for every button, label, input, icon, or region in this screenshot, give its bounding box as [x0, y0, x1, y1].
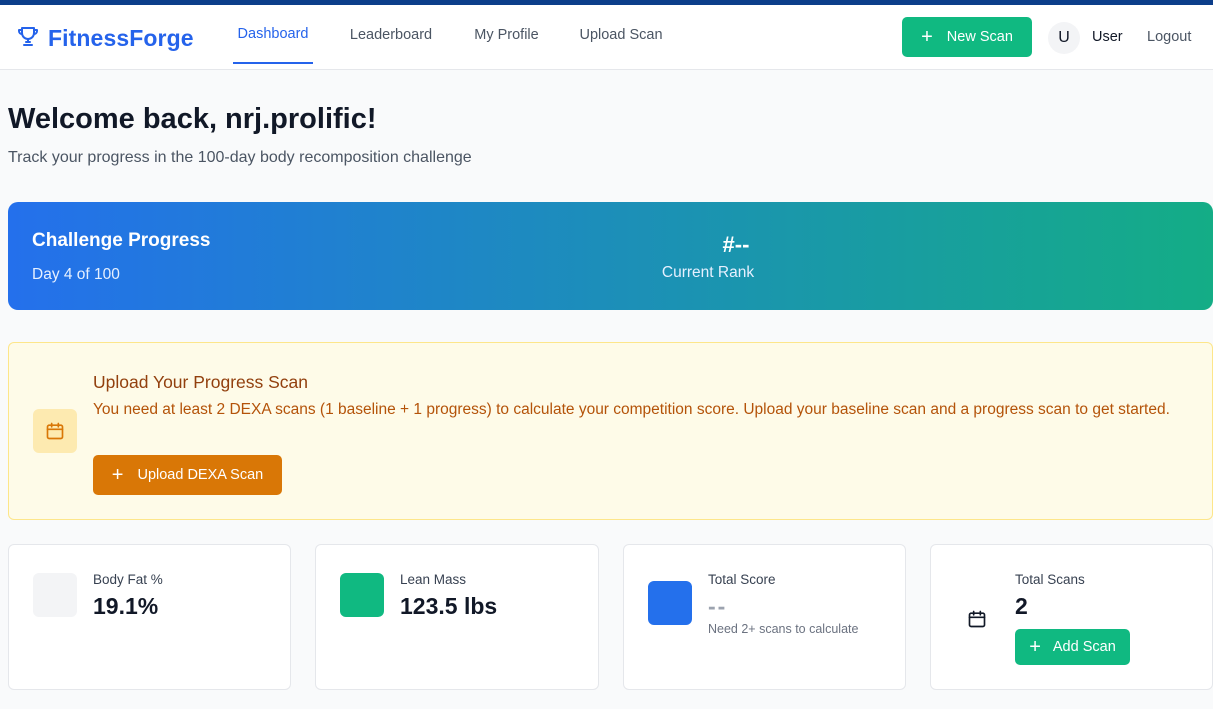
tab-leaderboard[interactable]: Leaderboard — [345, 5, 437, 64]
add-scan-label: Add Scan — [1052, 639, 1116, 655]
calendar-icon — [967, 609, 987, 634]
tab-my-profile[interactable]: My Profile — [469, 5, 544, 64]
total-score-swatch — [648, 581, 692, 625]
stat-label: Lean Mass — [400, 572, 467, 587]
stat-label: Body Fat % — [93, 572, 163, 587]
stat-card-body-fat: Body Fat % 19.1% — [8, 544, 291, 690]
current-rank-label: Current Rank — [661, 264, 755, 281]
top-navbar: FitnessForge Dashboard Leaderboard My Pr… — [0, 5, 1213, 70]
current-rank-value: #-- — [722, 232, 750, 257]
tab-dashboard[interactable]: Dashboard — [233, 5, 313, 64]
stat-value: 2 — [1015, 593, 1028, 619]
upload-dexa-scan-button[interactable]: + Upload DEXA Scan — [93, 455, 282, 495]
challenge-day: Day 4 of 100 — [32, 266, 120, 283]
new-scan-button[interactable]: + New Scan — [902, 17, 1032, 57]
page-title: Welcome back, nrj.prolific! — [8, 103, 377, 135]
challenge-title: Challenge Progress — [32, 230, 211, 251]
brand-name: FitnessForge — [48, 25, 194, 51]
alert-title: Upload Your Progress Scan — [93, 372, 308, 392]
plus-icon: + — [921, 26, 933, 48]
plus-icon: + — [1029, 636, 1041, 658]
stat-value: 123.5 lbs — [400, 593, 498, 619]
stat-label: Total Score — [708, 572, 776, 587]
stat-value: -- — [708, 593, 728, 619]
page-subtitle: Track your progress in the 100-day body … — [8, 149, 472, 166]
calendar-icon — [33, 409, 77, 453]
logout-link[interactable]: Logout — [1147, 29, 1191, 45]
stat-value: 19.1% — [93, 593, 159, 619]
stat-label: Total Scans — [1015, 572, 1085, 587]
upload-dexa-scan-label: Upload DEXA Scan — [137, 467, 264, 483]
brand-logo[interactable]: FitnessForge — [16, 24, 194, 53]
user-name[interactable]: User — [1092, 29, 1123, 45]
plus-icon: + — [111, 464, 124, 486]
tab-upload-scan[interactable]: Upload Scan — [575, 5, 667, 64]
trophy-icon — [16, 24, 40, 53]
body-fat-swatch — [33, 573, 77, 617]
upload-scan-alert: Upload Your Progress Scan You need at le… — [8, 342, 1213, 520]
add-scan-button[interactable]: + Add Scan — [1015, 629, 1130, 665]
alert-message: You need at least 2 DEXA scans (1 baseli… — [93, 401, 1170, 418]
new-scan-label: New Scan — [946, 29, 1013, 45]
stat-card-total-score: Total Score -- Need 2+ scans to calculat… — [623, 544, 906, 690]
stat-card-lean-mass: Lean Mass 123.5 lbs — [315, 544, 599, 690]
stat-card-total-scans: Total Scans 2 + Add Scan — [930, 544, 1213, 690]
stat-note: Need 2+ scans to calculate — [708, 622, 859, 636]
lean-mass-swatch — [340, 573, 384, 617]
challenge-progress-banner: Challenge Progress Day 4 of 100 #-- Curr… — [8, 202, 1213, 310]
avatar[interactable]: U — [1048, 22, 1080, 54]
